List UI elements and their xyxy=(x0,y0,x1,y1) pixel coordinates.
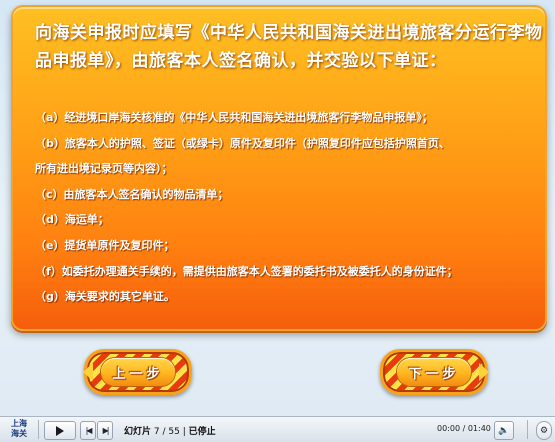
slide-total: 55 xyxy=(168,427,180,437)
slide-current: 7 xyxy=(153,427,160,437)
slide-status: 幻灯片 7 / 55 | 已停止 xyxy=(124,427,216,437)
time-display: 00:00 / 01:40 xyxy=(437,424,491,433)
arrow-left-icon xyxy=(83,363,93,381)
list-item: （g）海关要求的其它单证。 xyxy=(35,290,175,304)
list-item: （e）提货单原件及复印件； xyxy=(35,238,175,252)
presentation-player-bar: 上海 海关 |◀ ▶| 幻灯片 7 / 55 | 已停止 00:00 / 01:… xyxy=(0,416,555,442)
play-icon xyxy=(56,425,64,436)
playback-status: 已停止 xyxy=(188,427,216,437)
settings-icon: ⚙ xyxy=(539,425,549,436)
list-item: （a）经进境口岸海关核准的《中华人民共和国海关进出境旅客行李物品申报单》； xyxy=(35,111,433,124)
document-list: （a）经进境口岸海关核准的《中华人民共和国海关进出境旅客行李物品申报单》； （b… xyxy=(35,105,547,310)
previous-slide-button[interactable]: |◀ xyxy=(80,421,96,440)
divider xyxy=(38,420,39,439)
list-item: 所有进出境记录页等内容）； xyxy=(35,162,173,176)
next-step-button[interactable]: 下一步 xyxy=(380,349,489,395)
list-item: （c）由旅客本人签名确认的物品清单； xyxy=(35,187,229,201)
list-item: （d）海运单； xyxy=(35,213,109,227)
settings-button[interactable]: ⚙ xyxy=(536,421,552,440)
card-title: 向海关申报时应填写《中华人民共和国海关进出境旅客分运行李物品申报单》，由旅客本人… xyxy=(35,23,543,71)
divider xyxy=(527,420,528,439)
skip-forward-icon: ▶| xyxy=(102,426,110,435)
customs-logo: 上海 海关 xyxy=(11,419,27,438)
slide-stage: 向海关申报时应填写《中华人民共和国海关进出境旅客分运行李物品申报单》，由旅客本人… xyxy=(0,0,555,416)
volume-icon: 🔈 xyxy=(498,425,510,436)
play-button[interactable] xyxy=(44,421,76,440)
list-item: （f）如委托办理通关手续的，需提供由旅客本人签署的委托书及被委托人的身份证件； xyxy=(35,264,458,278)
next-step-label: 下一步 xyxy=(408,366,460,382)
previous-step-label: 上一步 xyxy=(112,366,164,382)
volume-button[interactable]: 🔈 xyxy=(494,421,514,440)
skip-back-icon: |◀ xyxy=(85,426,93,435)
previous-step-button[interactable]: 上一步 xyxy=(83,349,192,395)
list-item: （b）旅客本人的护照、签证（或绿卡）原件及复印件（护照复印件应包括护照首页、 xyxy=(35,136,450,150)
declaration-card: 向海关申报时应填写《中华人民共和国海关进出境旅客分运行李物品申报单》，由旅客本人… xyxy=(11,5,547,331)
arrow-right-icon xyxy=(479,363,489,381)
next-slide-button[interactable]: ▶| xyxy=(97,421,113,440)
